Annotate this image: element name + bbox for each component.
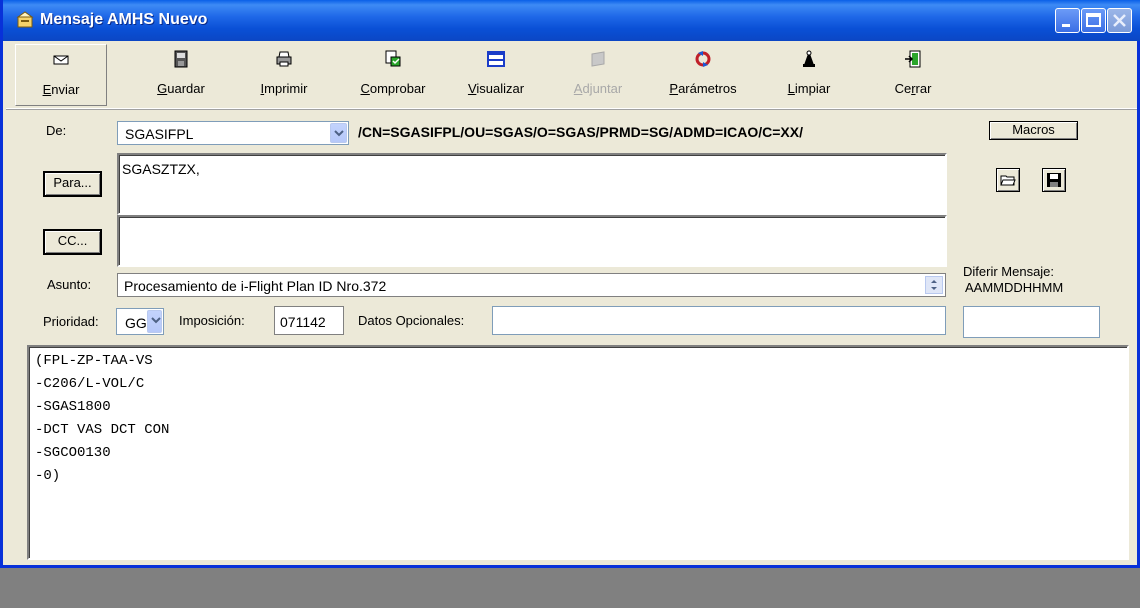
defer-label: Diferir Mensaje: (963, 264, 1055, 279)
chevron-down-icon[interactable] (147, 310, 162, 333)
floppy-icon (1047, 173, 1061, 187)
window-title: Mensaje AMHS Nuevo (40, 11, 208, 28)
from-distinguished-name: /CN=SGASIFPL/OU=SGAS/O=SGAS/PRMD=SG/ADMD… (358, 124, 803, 140)
priority-label: Prioridad: (43, 314, 99, 329)
subject-label: Asunto: (47, 277, 92, 292)
optional-data-field[interactable] (492, 306, 946, 335)
imposition-value: 071142 (280, 314, 326, 330)
body-line: -C206/L-VOL/C (35, 376, 145, 392)
chevron-down-icon[interactable] (330, 123, 347, 143)
app-icon (16, 11, 34, 29)
body-line: -SGAS1800 (35, 399, 111, 415)
amhs-message-window: Mensaje AMHS Nuevo Enviar Guardar Imprim… (0, 0, 1140, 568)
view-button[interactable]: Visualizar (458, 41, 534, 107)
cc-button[interactable]: CC... (43, 229, 102, 255)
minimize-button[interactable] (1055, 8, 1080, 33)
body-line: -DCT VAS DCT CON (35, 422, 170, 438)
to-button[interactable]: Para... (43, 171, 102, 197)
save-file-button[interactable] (1042, 168, 1066, 192)
close-window-button[interactable] (1107, 8, 1132, 33)
body-line: (FPL-ZP-TAA-VS (35, 353, 153, 369)
subject-value: Procesamiento de i-Flight Plan ID Nro.37… (124, 278, 387, 294)
open-folder-icon (1000, 175, 1016, 186)
send-button[interactable]: Enviar (15, 44, 107, 106)
imposition-field[interactable]: 071142 (274, 306, 344, 335)
subject-spinner[interactable] (925, 276, 943, 294)
save-button[interactable]: Guardar (151, 41, 211, 107)
maximize-button[interactable] (1081, 8, 1106, 33)
save-icon (174, 50, 188, 68)
view-icon (487, 51, 505, 67)
to-value: SGASZTZX, (122, 161, 200, 177)
from-label: De: (46, 123, 67, 138)
check-button[interactable]: Comprobar (350, 41, 436, 107)
defer-format: AAMMDDHHMM (965, 280, 1064, 295)
title-bar[interactable]: Mensaje AMHS Nuevo (3, 0, 1140, 41)
to-field[interactable]: SGASZTZX, (117, 153, 947, 215)
maximize-icon (1086, 13, 1101, 27)
priority-value: GG (125, 315, 147, 331)
close-door-icon (905, 50, 921, 68)
clear-icon (803, 50, 815, 67)
imposition-label: Imposición: (179, 313, 245, 328)
optional-data-label: Datos Opcionales: (358, 313, 465, 328)
macros-button[interactable]: Macros (989, 121, 1078, 140)
parameters-button[interactable]: Parámetros (659, 41, 747, 107)
from-value: SGASIFPL (125, 126, 194, 142)
close-button[interactable]: Cerrar (883, 41, 943, 107)
send-icon (53, 55, 69, 65)
toolbar: Enviar Guardar Imprimir Comprobar Visual… (6, 41, 1137, 109)
defer-field[interactable] (963, 306, 1100, 338)
from-combobox[interactable]: SGASIFPL (117, 121, 349, 145)
body-line: -SGCO0130 (35, 445, 111, 461)
clear-button[interactable]: Limpiar (779, 41, 839, 107)
subject-field[interactable]: Procesamiento de i-Flight Plan ID Nro.37… (117, 273, 946, 297)
spinner-arrows-icon (931, 280, 937, 290)
minimize-icon (1062, 24, 1070, 27)
attach-button[interactable]: Adjuntar (562, 41, 634, 107)
open-file-button[interactable] (996, 168, 1020, 192)
print-icon (276, 51, 292, 67)
check-icon (385, 50, 401, 67)
message-body[interactable]: (FPL-ZP-TAA-VS -C206/L-VOL/C -SGAS1800 -… (27, 345, 1129, 560)
close-icon (1113, 14, 1126, 27)
priority-combobox[interactable]: GG (116, 308, 164, 335)
print-button[interactable]: Imprimir (254, 41, 314, 107)
body-line: -0) (35, 468, 61, 484)
cc-field[interactable] (117, 215, 947, 267)
attach-icon (591, 51, 605, 67)
parameters-icon (695, 51, 711, 67)
